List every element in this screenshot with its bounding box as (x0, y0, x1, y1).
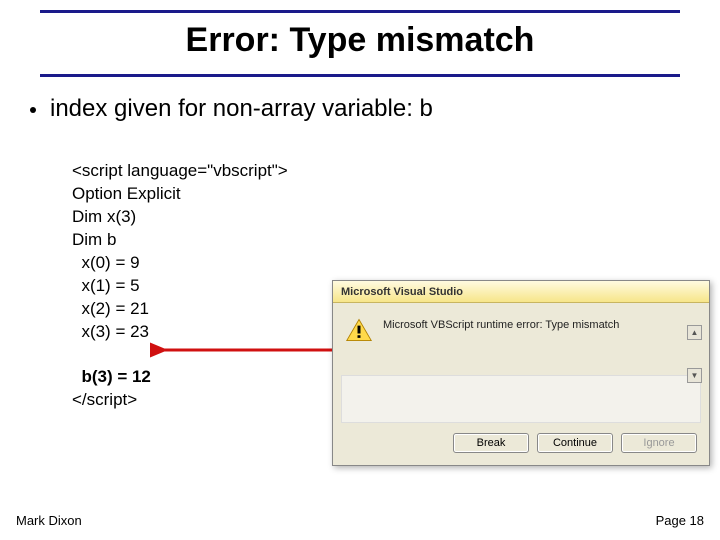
code-line: x(2) = 21 (72, 299, 149, 318)
code-line: x(0) = 9 (72, 253, 140, 272)
code-line: </script> (72, 390, 137, 409)
code-line: <script language="vbscript"> (72, 161, 288, 180)
bullet-text: index given for non-array variable: b (50, 95, 433, 123)
continue-button[interactable]: Continue (537, 433, 613, 453)
scroll-down-icon[interactable]: ▼ (687, 368, 702, 383)
bullet-dot (30, 107, 36, 113)
dialog-message: Microsoft VBScript runtime error: Type m… (383, 317, 697, 331)
dialog-title-text: Microsoft Visual Studio (341, 286, 463, 298)
dialog-button-row: Break Continue Ignore (333, 423, 709, 465)
code-line: Dim x(3) (72, 207, 136, 226)
scroll-up-icon[interactable]: ▲ (687, 325, 702, 340)
break-button[interactable]: Break (453, 433, 529, 453)
dialog-scroll: ▲ ▼ (687, 325, 703, 383)
footer-page: Page 18 (656, 513, 704, 528)
dialog-detail-panel (341, 375, 701, 423)
code-line: Option Explicit (72, 184, 181, 203)
bullet-item: index given for non-array variable: b (30, 95, 700, 123)
footer-author: Mark Dixon (16, 513, 82, 528)
title-underline (40, 74, 680, 77)
slide-title: Error: Type mismatch (20, 21, 700, 60)
dialog-body: Microsoft VBScript runtime error: Type m… (333, 303, 709, 375)
code-line: Dim b (72, 230, 116, 249)
ignore-button[interactable]: Ignore (621, 433, 697, 453)
dialog-titlebar: Microsoft Visual Studio (333, 281, 709, 303)
code-line: x(1) = 5 (72, 276, 140, 295)
code-line (72, 344, 77, 363)
warning-icon (345, 317, 373, 343)
slide: Error: Type mismatch index given for non… (0, 0, 720, 540)
error-dialog: Microsoft Visual Studio Microsoft VBScri… (332, 280, 710, 466)
code-line-error: b(3) = 12 (72, 367, 151, 386)
top-rule (40, 10, 680, 13)
code-line: x(3) = 23 (72, 322, 149, 341)
